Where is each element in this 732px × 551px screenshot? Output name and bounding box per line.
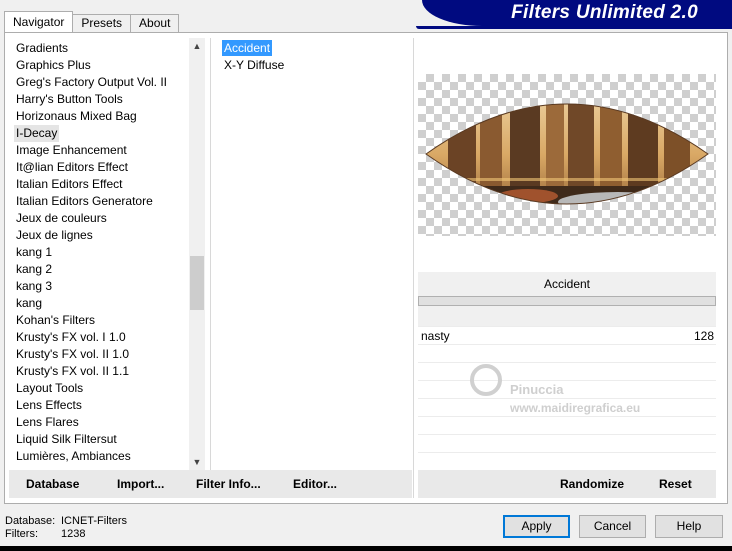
category-item[interactable]: kang 3 (16, 278, 52, 295)
category-item[interactable]: I-Decay (14, 125, 60, 142)
category-item[interactable]: Lumières, Ambiances (16, 448, 131, 465)
brand-banner: Filters Unlimited 2.0 (416, 0, 732, 29)
apply-button[interactable]: Apply (503, 515, 570, 538)
ruler-strip (0, 546, 732, 551)
watermark-logo-icon (466, 360, 506, 403)
filter-item-xy-diffuse[interactable]: X-Y Diffuse (222, 57, 286, 73)
database-button[interactable]: Database (26, 477, 79, 491)
import-button[interactable]: Import... (117, 477, 164, 491)
category-item[interactable]: kang 1 (16, 244, 52, 261)
tab-strip: Navigator Presets About (4, 11, 180, 32)
preview-art (425, 103, 709, 205)
category-item[interactable]: Jeux de lignes (16, 227, 93, 244)
category-item[interactable]: Italian Editors Effect (16, 176, 123, 193)
tab-presets[interactable]: Presets (72, 14, 132, 32)
param-divider (418, 434, 716, 435)
param-label-nasty: nasty (421, 329, 450, 343)
filters-count-value: 1238 (61, 528, 86, 540)
category-item[interactable]: Kohan's Filters (16, 312, 95, 329)
category-item[interactable]: kang (16, 295, 42, 312)
category-item[interactable]: kang 2 (16, 261, 52, 278)
param-header-bar (418, 296, 716, 306)
filters-count-label: Filters: (5, 528, 38, 540)
filter-item-accident[interactable]: Accident (222, 40, 273, 56)
param-divider (418, 326, 716, 327)
param-divider (418, 380, 716, 381)
category-item[interactable]: Krusty's FX vol. II 1.1 (16, 363, 129, 380)
watermark-name: Pinuccia (510, 382, 564, 397)
reset-button[interactable]: Reset (659, 477, 692, 491)
scroll-down-icon[interactable]: ▼ (189, 454, 205, 470)
category-item[interactable]: Graphics Plus (16, 57, 91, 74)
category-scrollbar[interactable]: ▲ ▼ (189, 38, 205, 470)
randomize-button[interactable]: Randomize (560, 477, 624, 491)
tab-about[interactable]: About (130, 14, 180, 32)
param-spacer (418, 306, 716, 326)
param-divider (418, 452, 716, 453)
filter-list[interactable]: Accident X-Y Diffuse (218, 38, 412, 470)
param-divider (418, 362, 716, 363)
category-item[interactable]: Liquid Silk Filtersut (16, 431, 117, 448)
category-item[interactable]: Image Enhancement (16, 142, 127, 159)
category-item[interactable]: Layout Tools (16, 380, 83, 397)
database-status-value: ICNET-Filters (61, 515, 127, 527)
param-divider (418, 398, 716, 399)
scroll-up-icon[interactable]: ▲ (189, 38, 205, 54)
tab-navigator[interactable]: Navigator (4, 11, 74, 32)
param-divider (418, 416, 716, 417)
category-item[interactable]: Lens Flares (16, 414, 79, 431)
category-item[interactable]: Italian Editors Generatore (16, 193, 153, 210)
preview-image (418, 74, 716, 236)
param-divider (418, 344, 716, 345)
category-item[interactable]: It@lian Editors Effect (16, 159, 128, 176)
category-item[interactable]: Jeux de couleurs (16, 210, 107, 227)
watermark-site: www.maidiregrafica.eu (510, 401, 641, 415)
editor-button[interactable]: Editor... (293, 477, 337, 491)
category-item[interactable]: Greg's Factory Output Vol. II (16, 74, 167, 91)
category-item[interactable]: Krusty's FX vol. II 1.0 (16, 346, 129, 363)
category-item[interactable]: Harry's Button Tools (16, 91, 123, 108)
filter-info-button[interactable]: Filter Info... (196, 477, 261, 491)
param-value-nasty[interactable]: 128 (690, 329, 714, 343)
category-item[interactable]: Gradients (16, 40, 68, 57)
divider (210, 38, 211, 498)
filter-title: Accident (418, 272, 716, 296)
help-button[interactable]: Help (655, 515, 723, 538)
cancel-button[interactable]: Cancel (579, 515, 646, 538)
divider (413, 38, 414, 498)
database-status-label: Database: (5, 515, 56, 527)
category-item[interactable]: Horizonaus Mixed Bag (16, 108, 137, 125)
category-list[interactable]: Gradients Graphics Plus Greg's Factory Out… (9, 38, 205, 470)
scroll-thumb[interactable] (190, 256, 204, 310)
category-item[interactable]: Krusty's FX vol. I 1.0 (16, 329, 126, 346)
category-item[interactable]: Lens Effects (16, 397, 82, 414)
